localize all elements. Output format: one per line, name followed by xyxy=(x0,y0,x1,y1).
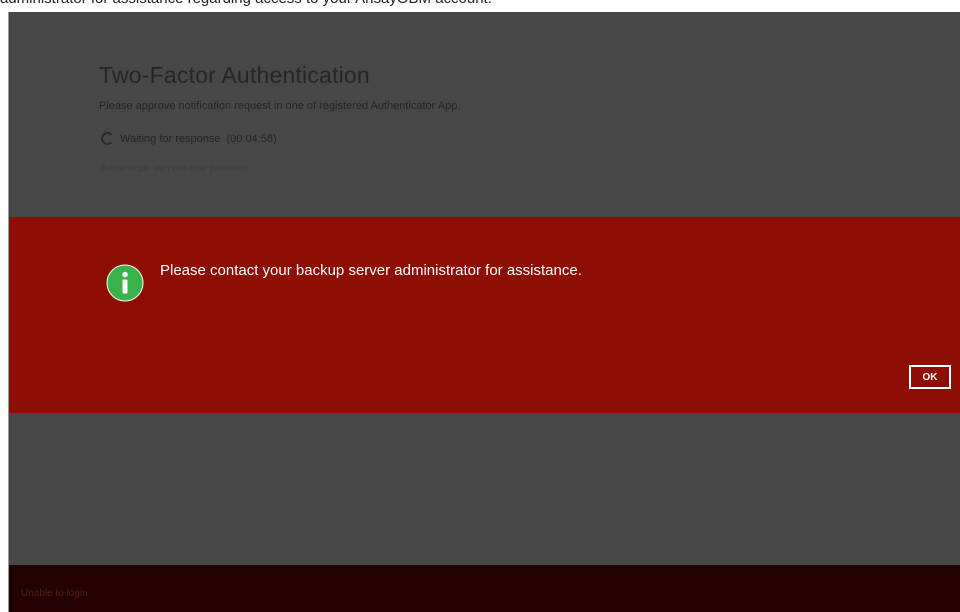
error-alert-banner: Please contact your backup server admini… xyxy=(9,217,960,413)
one-time-password-link[interactable]: Authenticate with one-time password xyxy=(101,163,248,173)
alert-message: Please contact your backup server admini… xyxy=(160,262,582,279)
ok-button[interactable]: OK xyxy=(909,365,951,389)
info-icon xyxy=(106,264,144,302)
page: administrator for assistance regarding a… xyxy=(0,0,960,612)
dialog-description: Please approve notification request in o… xyxy=(99,100,461,112)
status-footer: Unable to login xyxy=(9,565,960,612)
page-caption: administrator for assistance regarding a… xyxy=(0,0,960,10)
countdown-timer: (00:04:58) xyxy=(226,132,277,145)
app-window: Two-Factor Authentication Please approve… xyxy=(8,12,960,612)
waiting-status: Waiting for response (00:04:58) xyxy=(101,132,277,145)
waiting-label: Waiting for response xyxy=(120,132,221,145)
dialog-title: Two-Factor Authentication xyxy=(99,62,370,88)
spinner-icon xyxy=(101,132,114,145)
footer-status-text: Unable to login xyxy=(21,588,88,599)
